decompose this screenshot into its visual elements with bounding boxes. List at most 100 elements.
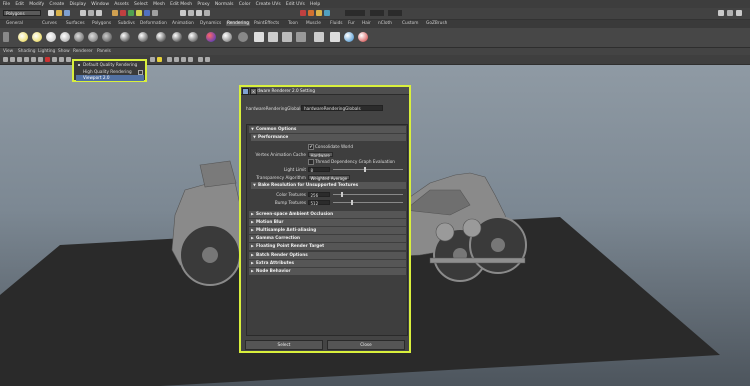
mental-ray-icon[interactable] <box>344 32 354 42</box>
light-limit-slider-handle[interactable] <box>364 167 366 172</box>
render-current-frame-icon[interactable] <box>254 32 264 42</box>
resolution-gate-icon[interactable] <box>45 56 50 62</box>
snap-curve-icon[interactable] <box>188 10 194 16</box>
shelf-tab-custom[interactable]: Custom <box>402 21 418 26</box>
use-all-lights-icon[interactable] <box>181 56 186 62</box>
mask-icon-6[interactable] <box>152 10 158 16</box>
transform-field-2[interactable] <box>388 10 402 16</box>
ipr-icon[interactable] <box>268 32 278 42</box>
mask-icon-5[interactable] <box>144 10 150 16</box>
spot-light-icon[interactable] <box>18 32 28 42</box>
light-limit-field[interactable]: 8 <box>308 166 330 173</box>
render-settings-shelf-icon[interactable] <box>296 32 306 42</box>
panel-menu-renderer[interactable]: Renderer <box>73 49 93 54</box>
anisotropic-material-icon[interactable] <box>188 32 198 42</box>
shelf-tab-rendering[interactable]: Rendering <box>226 21 250 26</box>
point-light-icon[interactable] <box>32 32 42 42</box>
section-extra-attributes[interactable]: ▶ Extra Attributes <box>249 260 406 267</box>
ipr-render-icon[interactable] <box>308 10 314 16</box>
hypershade-shelf-icon[interactable] <box>314 32 324 42</box>
attributes-scroll-area[interactable]: ▼ Common Options ▼ Performance ✔ Consolida… <box>246 124 408 336</box>
consolidate-world-checkbox[interactable]: ✔ <box>308 144 314 150</box>
wireframe-on-shaded-icon[interactable] <box>167 56 172 62</box>
directional-light-icon[interactable] <box>46 32 56 42</box>
smooth-shade-icon[interactable] <box>157 56 162 62</box>
bookmarks-icon[interactable] <box>17 56 22 62</box>
shelf-tab-toon[interactable]: Toon <box>288 21 298 26</box>
mask-icon-3[interactable] <box>128 10 134 16</box>
renderer-default-quality[interactable]: Default Quality Rendering <box>76 62 144 68</box>
section-motion-blur[interactable]: ▶ Motion Blur <box>249 219 406 226</box>
transparency-algorithm-dropdown[interactable]: Weighted Average ▾ <box>308 174 350 186</box>
panel-menu-lighting[interactable]: Lighting <box>38 49 55 54</box>
gate-mask-icon[interactable] <box>52 56 57 62</box>
lambert-material-icon[interactable] <box>138 32 148 42</box>
section-performance[interactable]: ▼ Performance <box>251 134 406 141</box>
shelf-menu-icon[interactable] <box>3 32 9 42</box>
mask-icon-4[interactable] <box>136 10 142 16</box>
menu-edit-mesh[interactable]: Edit Mesh <box>170 2 192 7</box>
phong-material-icon[interactable] <box>156 32 166 42</box>
bump-textures-slider[interactable] <box>333 202 403 203</box>
shelf-tab-fur[interactable]: Fur <box>348 21 355 26</box>
select-button[interactable]: Select <box>245 340 323 350</box>
section-common-options[interactable]: ▼ Common Options <box>249 126 406 133</box>
menu-color[interactable]: Color <box>239 2 251 7</box>
input-line-field[interactable] <box>345 10 365 16</box>
render-settings-icon[interactable] <box>316 10 322 16</box>
section-gamma-correction[interactable]: ▶ Gamma Correction <box>249 235 406 242</box>
shelf-tab-animation[interactable]: Animation <box>172 21 194 26</box>
menu-help[interactable]: Help <box>310 2 320 7</box>
shelf-tab-painteffects[interactable]: PaintEffects <box>254 21 279 26</box>
close-button[interactable]: Close <box>327 340 405 350</box>
light-limit-slider[interactable] <box>333 169 403 170</box>
ambient-light-icon[interactable] <box>60 32 70 42</box>
snap-point-icon[interactable] <box>196 10 202 16</box>
menu-proxy[interactable]: Proxy <box>197 2 209 7</box>
renderer-high-quality[interactable]: High Quality Rendering <box>76 69 144 75</box>
section-batch-render[interactable]: ▶ Batch Render Options <box>249 252 406 259</box>
node-name-field[interactable]: hardwareRenderingGlobals <box>301 105 383 111</box>
surface-shader-icon[interactable] <box>222 32 232 42</box>
save-scene-icon[interactable] <box>64 10 70 16</box>
image-plane-icon[interactable] <box>24 56 29 62</box>
section-bake-resolution[interactable]: ▼ Bake Resolution for Unsupported Texture… <box>251 182 406 189</box>
menu-window[interactable]: Window <box>91 2 109 7</box>
color-textures-field[interactable]: 256 <box>308 191 330 198</box>
mask-icon-1[interactable] <box>112 10 118 16</box>
close-window-button[interactable]: × <box>250 88 257 95</box>
menu-file[interactable]: File <box>3 2 11 7</box>
select-by-object-icon[interactable] <box>88 10 94 16</box>
channel-box-toggle-icon[interactable] <box>736 10 742 16</box>
thread-dependency-checkbox[interactable] <box>308 159 314 165</box>
hypershade-icon[interactable] <box>324 10 330 16</box>
menu-edit[interactable]: Edit <box>15 2 24 7</box>
select-by-component-icon[interactable] <box>96 10 102 16</box>
snap-grid-icon[interactable] <box>180 10 186 16</box>
wireframe-icon[interactable] <box>150 56 155 62</box>
phonge-material-icon[interactable] <box>172 32 182 42</box>
mask-icon-2[interactable] <box>120 10 126 16</box>
snap-surface-icon[interactable] <box>204 10 210 16</box>
render-view-icon[interactable] <box>282 32 292 42</box>
transform-field-1[interactable] <box>370 10 384 16</box>
menu-display[interactable]: Display <box>69 2 86 7</box>
shelf-tab-general[interactable]: General <box>6 21 23 26</box>
panel-menu-panels[interactable]: Panels <box>97 49 111 54</box>
safe-action-icon[interactable] <box>66 56 71 62</box>
mode-dropdown[interactable]: Polygons <box>3 10 41 16</box>
panel-menu-shading[interactable]: Shading <box>18 49 35 54</box>
shelf-tab-hair[interactable]: Hair <box>362 21 371 26</box>
shelf-tab-muscle[interactable]: Muscle <box>306 21 321 26</box>
xray-icon[interactable] <box>198 56 203 62</box>
field-chart-icon[interactable] <box>59 56 64 62</box>
new-scene-icon[interactable] <box>48 10 54 16</box>
camera-attributes-icon[interactable] <box>10 56 15 62</box>
use-background-icon[interactable] <box>238 32 248 42</box>
ibl-icon[interactable] <box>102 32 112 42</box>
select-camera-icon[interactable] <box>3 56 8 62</box>
panel-menu-view[interactable]: View <box>3 49 13 54</box>
render-layer-icon[interactable] <box>358 32 368 42</box>
shelf-tab-surfaces[interactable]: Surfaces <box>66 21 85 26</box>
renderer-viewport-2[interactable]: Viewport 2.0 <box>76 75 144 81</box>
